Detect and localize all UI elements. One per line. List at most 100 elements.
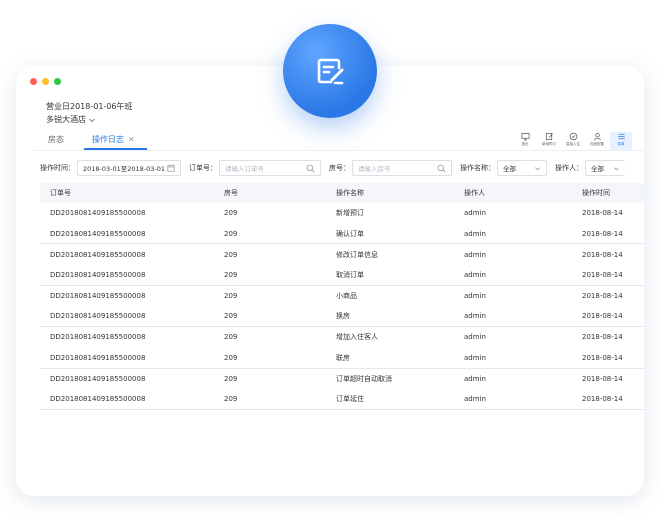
operator-select[interactable]: 全部 (585, 160, 625, 176)
menu-icon (617, 133, 625, 140)
calendar-icon (167, 164, 175, 172)
business-day-title: 营业日2018-01-06午班 (46, 102, 133, 111)
edit-icon (545, 132, 553, 141)
tab-room-status[interactable]: 房态 (34, 134, 78, 150)
cell-op-time: 2018-08-14 (582, 395, 623, 404)
table-row[interactable]: DD2018081409185500008 209 小商品 admin 2018-08-… (40, 286, 644, 307)
hotel-selector[interactable]: 多锐大酒店 (46, 114, 96, 125)
close-dot[interactable] (30, 78, 37, 85)
cell-room-no: 209 (224, 353, 238, 362)
exit-button[interactable]: 退出 (514, 132, 536, 150)
table-row[interactable]: DD2018081409185500008 209 订单超时自动取消 admin 201… (40, 369, 644, 390)
new-booking-button[interactable]: 新增预订 (538, 132, 560, 150)
table-body: DD2018081409185500008 209 新增预订 admin 2018-08… (40, 203, 644, 410)
cell-order-no: DD2018081409185500008 (50, 312, 146, 321)
direct-checkin-button[interactable]: 直接入住 (562, 132, 584, 150)
cell-op-name: 取消订单 (336, 270, 364, 279)
cell-room-no: 209 (224, 270, 238, 279)
col-room-no: 房号 (224, 189, 238, 197)
stage: 营业日2018-01-06午班 多锐大酒店 房态 操作日志 ✕ 退出 新增预订 (0, 0, 660, 519)
operator-label: 操作人： (555, 164, 583, 172)
cell-op-time: 2018-08-14 (582, 333, 623, 342)
direct-checkin-label: 直接入住 (566, 142, 580, 146)
minimize-dot[interactable] (42, 78, 49, 85)
cell-op-name: 修改订单信息 (336, 250, 378, 259)
window-controls (30, 78, 61, 85)
user-icon (593, 132, 601, 141)
cell-order-no: DD2018081409185500008 (50, 353, 146, 362)
hotel-name: 多锐大酒店 (46, 115, 86, 124)
cell-op-name: 换房 (336, 312, 350, 321)
cell-operator: admin (464, 333, 486, 342)
table-row[interactable]: DD2018081409185500008 209 新增预订 admin 2018-08… (40, 203, 644, 224)
operator-value: 全部 (591, 165, 604, 173)
op-time-value: 2018-03-01至2018-03-01 (83, 165, 166, 173)
table-row[interactable]: DD2018081409185500008 209 修改订单信息 admin 2018-… (40, 244, 644, 265)
monitor-icon (521, 132, 529, 141)
col-op-name: 操作名称 (336, 189, 364, 197)
cell-order-no: DD2018081409185500008 (50, 270, 146, 279)
cell-room-no: 209 (224, 229, 238, 238)
cell-room-no: 209 (224, 374, 238, 383)
table-row[interactable]: DD2018081409185500008 209 增加入住客人 admin 2018-… (40, 327, 644, 348)
maximize-dot[interactable] (54, 78, 61, 85)
menu-label: 菜单 (617, 142, 625, 146)
cell-operator: admin (464, 209, 486, 218)
op-name-value: 全部 (503, 165, 516, 173)
cell-order-no: DD2018081409185500008 (50, 374, 146, 383)
order-no-input[interactable]: 请输入订单号 (219, 160, 321, 176)
search-icon[interactable] (306, 164, 315, 173)
cell-op-name: 增加入住客人 (336, 333, 378, 342)
col-order-no: 订单号 (50, 189, 71, 197)
edit-note-badge (283, 24, 377, 118)
cell-order-no: DD2018081409185500008 (50, 209, 146, 218)
tab-bar: 房态 操作日志 ✕ (34, 132, 149, 150)
cell-op-time: 2018-08-14 (582, 312, 623, 321)
cell-room-no: 209 (224, 292, 238, 301)
op-time-label: 操作时间： (40, 164, 75, 172)
cell-operator: admin (464, 292, 486, 301)
cell-operator: admin (464, 229, 486, 238)
cell-operator: admin (464, 250, 486, 259)
col-op-time: 操作时间 (582, 189, 610, 197)
op-time-range-input[interactable]: 2018-03-01至2018-03-01 (77, 160, 181, 176)
cell-op-time: 2018-08-14 (582, 292, 623, 301)
room-no-label: 房号： (329, 164, 350, 172)
room-no-placeholder: 请输入房号 (358, 165, 391, 173)
tab-label: 房态 (48, 135, 64, 144)
menu-button[interactable]: 菜单 (610, 132, 632, 150)
cell-op-name: 新增预订 (336, 209, 364, 218)
cell-operator: admin (464, 395, 486, 404)
table-row[interactable]: DD2018081409185500008 209 换房 admin 2018-08-1… (40, 306, 644, 328)
cell-op-time: 2018-08-14 (582, 250, 623, 259)
toolbar: 退出 新增预订 直接入住 页面配置 菜单 (514, 132, 632, 150)
chevron-down-icon (614, 166, 619, 170)
cell-order-no: DD2018081409185500008 (50, 292, 146, 301)
cell-op-time: 2018-08-14 (582, 270, 623, 279)
cell-op-time: 2018-08-14 (582, 209, 623, 218)
filter-bar: 操作时间： 2018-03-01至2018-03-01 订单号： 请输入订单号 … (40, 160, 625, 176)
room-no-input[interactable]: 请输入房号 (352, 160, 452, 176)
table-row[interactable]: DD2018081409185500008 209 确认订单 admin 2018-08… (40, 224, 644, 245)
cell-order-no: DD2018081409185500008 (50, 229, 146, 238)
tab-divider (34, 150, 644, 151)
page-config-label: 页面配置 (590, 142, 604, 146)
table-row[interactable]: DD2018081409185500008 209 联房 admin 2018-08-1… (40, 348, 644, 369)
cell-op-name: 订单延住 (336, 395, 364, 404)
search-icon[interactable] (437, 164, 446, 173)
close-icon[interactable]: ✕ (128, 135, 135, 144)
cell-op-time: 2018-08-14 (582, 374, 623, 383)
page-config-button[interactable]: 页面配置 (586, 132, 608, 150)
cell-op-time: 2018-08-14 (582, 353, 623, 362)
table-row[interactable]: DD2018081409185500008 209 订单延住 admin 2018-08… (40, 389, 644, 410)
cell-room-no: 209 (224, 209, 238, 218)
operation-log-table: 订单号 房号 操作名称 操作人 操作时间 DD20180814091855000… (40, 183, 644, 410)
order-no-label: 订单号： (189, 164, 217, 172)
order-no-placeholder: 请输入订单号 (225, 165, 264, 173)
check-circle-icon (569, 132, 577, 141)
op-name-select[interactable]: 全部 (497, 160, 547, 176)
table-row[interactable]: DD2018081409185500008 209 取消订单 admin 2018-08… (40, 265, 644, 286)
tab-operation-log[interactable]: 操作日志 ✕ (78, 134, 149, 150)
chevron-down-icon (89, 118, 95, 122)
cell-order-no: DD2018081409185500008 (50, 250, 146, 259)
